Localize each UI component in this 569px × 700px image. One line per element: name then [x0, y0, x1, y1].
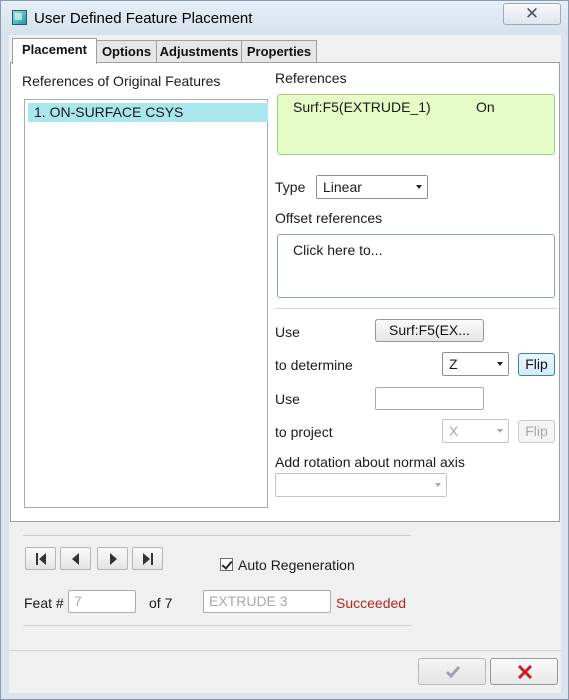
divider	[23, 625, 411, 626]
chevron-down-icon	[416, 185, 422, 189]
feat-name-field[interactable]: EXTRUDE 3	[203, 590, 331, 613]
feat-number-field[interactable]: 7	[68, 590, 136, 613]
tab-adjustments[interactable]: Adjustments	[156, 40, 242, 63]
feat-label: Feat #	[24, 595, 64, 611]
last-icon	[143, 553, 153, 565]
project-label: to project	[275, 424, 333, 440]
determine-label: to determine	[275, 357, 353, 373]
last-feature-button[interactable]	[132, 547, 163, 570]
divider	[275, 308, 557, 309]
determine-axis-value: Z	[449, 356, 458, 372]
placement-panel: References of Original Features 1. ON-SU…	[10, 62, 560, 522]
project-axis-value: X	[449, 423, 459, 439]
next-icon	[110, 553, 117, 565]
original-refs-label: References of Original Features	[22, 73, 221, 89]
first-icon	[36, 553, 46, 565]
first-feature-button[interactable]	[25, 547, 56, 570]
offset-label: Offset references	[275, 210, 383, 226]
tab-properties[interactable]: Properties	[241, 40, 317, 63]
type-value: Linear	[323, 179, 362, 195]
determine-axis-select[interactable]: Z	[442, 352, 509, 376]
project-reference-field[interactable]	[375, 387, 484, 410]
flip-button[interactable]: Flip	[518, 353, 555, 376]
previous-feature-button[interactable]	[60, 547, 91, 570]
references-label: References	[275, 70, 347, 86]
cube-icon	[12, 10, 27, 25]
divider	[23, 535, 411, 536]
use-label-2: Use	[275, 391, 300, 407]
rotation-label: Add rotation about normal axis	[275, 454, 465, 470]
project-axis-select[interactable]: X	[442, 419, 509, 443]
next-feature-button[interactable]	[97, 547, 128, 570]
chevron-down-icon	[435, 483, 441, 487]
rotation-select[interactable]	[275, 473, 447, 497]
prev-icon	[72, 553, 79, 565]
auto-regeneration-checkbox[interactable]	[220, 558, 233, 571]
references-collector[interactable]: Surf:F5(EXTRUDE_1) On	[277, 94, 555, 155]
tab-options[interactable]: Options	[96, 40, 157, 63]
chevron-down-icon	[497, 429, 503, 433]
footer-divider	[9, 650, 561, 651]
offset-placeholder: Click here to...	[293, 242, 383, 258]
tab-placement[interactable]: Placement	[12, 38, 97, 64]
auto-regeneration-label[interactable]: Auto Regeneration	[238, 557, 355, 573]
cancel-button[interactable]	[490, 658, 558, 685]
original-refs-list[interactable]: 1. ON-SURFACE CSYS	[24, 99, 268, 508]
list-item[interactable]: 1. ON-SURFACE CSYS	[28, 103, 268, 122]
ok-button[interactable]	[418, 658, 486, 685]
type-select[interactable]: Linear	[316, 175, 428, 199]
dialog-body: Placement Options Adjustments Properties…	[9, 35, 561, 693]
use-reference-button[interactable]: Surf:F5(EX...	[375, 319, 484, 342]
dialog-window: User Defined Feature Placement ✕ Placeme…	[0, 0, 569, 700]
reference-state: On	[476, 99, 495, 115]
chevron-down-icon	[497, 362, 503, 366]
use-label-1: Use	[275, 324, 300, 340]
cross-icon	[517, 665, 533, 679]
close-button[interactable]: ✕	[503, 3, 561, 25]
window-title: User Defined Feature Placement	[34, 10, 253, 27]
reference-name: Surf:F5(EXTRUDE_1)	[293, 99, 431, 115]
feat-count-label: of 7	[149, 595, 173, 611]
title-bar[interactable]: User Defined Feature Placement ✕	[1, 1, 568, 35]
status-text: Succeeded	[336, 595, 407, 611]
checkmark-icon	[445, 666, 461, 679]
type-label: Type	[275, 179, 306, 195]
offset-references-collector[interactable]: Click here to...	[277, 234, 555, 298]
flip-project-button[interactable]: Flip	[518, 420, 555, 443]
